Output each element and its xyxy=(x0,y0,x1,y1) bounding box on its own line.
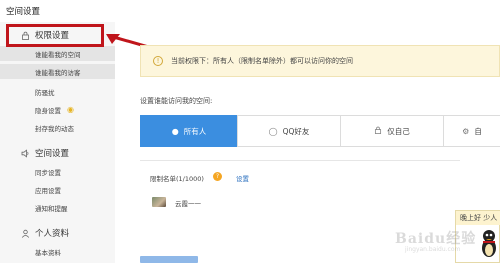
sidebar-item-label: 隐身设置 xyxy=(35,106,61,115)
limit-list-label: 限制名单(1/1000) xyxy=(150,175,204,183)
limit-list-settings-link[interactable]: 设置 xyxy=(236,173,249,183)
sidebar-section-label: 个人资料 xyxy=(35,229,70,239)
penguin-icon: ◯ xyxy=(268,126,278,136)
access-setting-label: 设置谁能访问我的空间: xyxy=(140,97,213,105)
notice-text: 当前权限下：所有人（限制名单除外）都可以访问你的空间 xyxy=(171,57,353,65)
lock-icon xyxy=(374,126,382,136)
highlight-box xyxy=(6,24,104,47)
sidebar-section-space-settings[interactable]: 空间设置 xyxy=(0,144,115,162)
chat-greeting: 晚上好 少人 xyxy=(456,211,500,225)
sidebar-item-anti-harassment[interactable]: 防骚扰 xyxy=(0,84,115,99)
save-button[interactable] xyxy=(140,256,198,263)
sidebar-section-label: 空间设置 xyxy=(35,149,70,159)
option-only-me[interactable]: 仅自己 xyxy=(340,115,444,147)
gear-icon: ⚙ xyxy=(462,126,470,136)
sidebar-item-app-settings[interactable]: 应用设置 xyxy=(0,182,115,197)
option-custom[interactable]: ⚙ 自 xyxy=(443,115,500,147)
watermark-url: jingyan.baidu.com xyxy=(405,246,461,253)
watermark-logo: Baidu经验 xyxy=(395,231,477,247)
person-icon xyxy=(20,229,30,238)
sidebar-item-basic-profile[interactable]: 基本资料 xyxy=(0,244,115,259)
help-icon[interactable]: ? xyxy=(213,172,222,181)
warning-icon: ! xyxy=(153,56,163,66)
speaker-icon xyxy=(20,148,30,158)
vip-icon: ◉ xyxy=(67,105,74,114)
option-everyone[interactable]: ● 所有人 xyxy=(140,115,238,147)
permission-notice: ! 当前权限下：所有人（限制名单除外）都可以访问你的空间 xyxy=(140,45,500,77)
sidebar-item-archive-feed[interactable]: 封存我的动态 xyxy=(0,120,115,135)
sidebar-item-notifications[interactable]: 通知和提醒 xyxy=(0,200,115,215)
option-label: QQ好友 xyxy=(282,126,310,136)
sidebar: 权限设置 谁能看我的空间 谁能看我的访客 防骚扰 隐身设置 ◉ 封存我的动态 空… xyxy=(0,22,115,263)
globe-icon: ● xyxy=(171,126,179,136)
option-label: 仅自己 xyxy=(387,126,410,136)
avatar xyxy=(152,197,166,207)
option-qq-friends[interactable]: ◯ QQ好友 xyxy=(237,115,341,147)
option-label: 所有人 xyxy=(183,126,207,136)
sidebar-section-profile[interactable]: 个人资料 xyxy=(0,224,115,242)
option-label: 自 xyxy=(474,126,482,136)
mascot-icon xyxy=(482,230,496,257)
sidebar-item-who-can-view-space[interactable]: 谁能看我的空间 xyxy=(0,46,115,61)
sidebar-item-who-can-view-visitors[interactable]: 谁能看我的访客 xyxy=(0,64,115,79)
page-title: 空间设置 xyxy=(6,7,41,17)
sidebar-item-invisible-settings[interactable]: 隐身设置 ◉ xyxy=(0,102,115,117)
sidebar-item-sync-settings[interactable]: 同步设置 xyxy=(0,164,115,179)
limited-user-name: 云霞一一 xyxy=(175,200,201,208)
